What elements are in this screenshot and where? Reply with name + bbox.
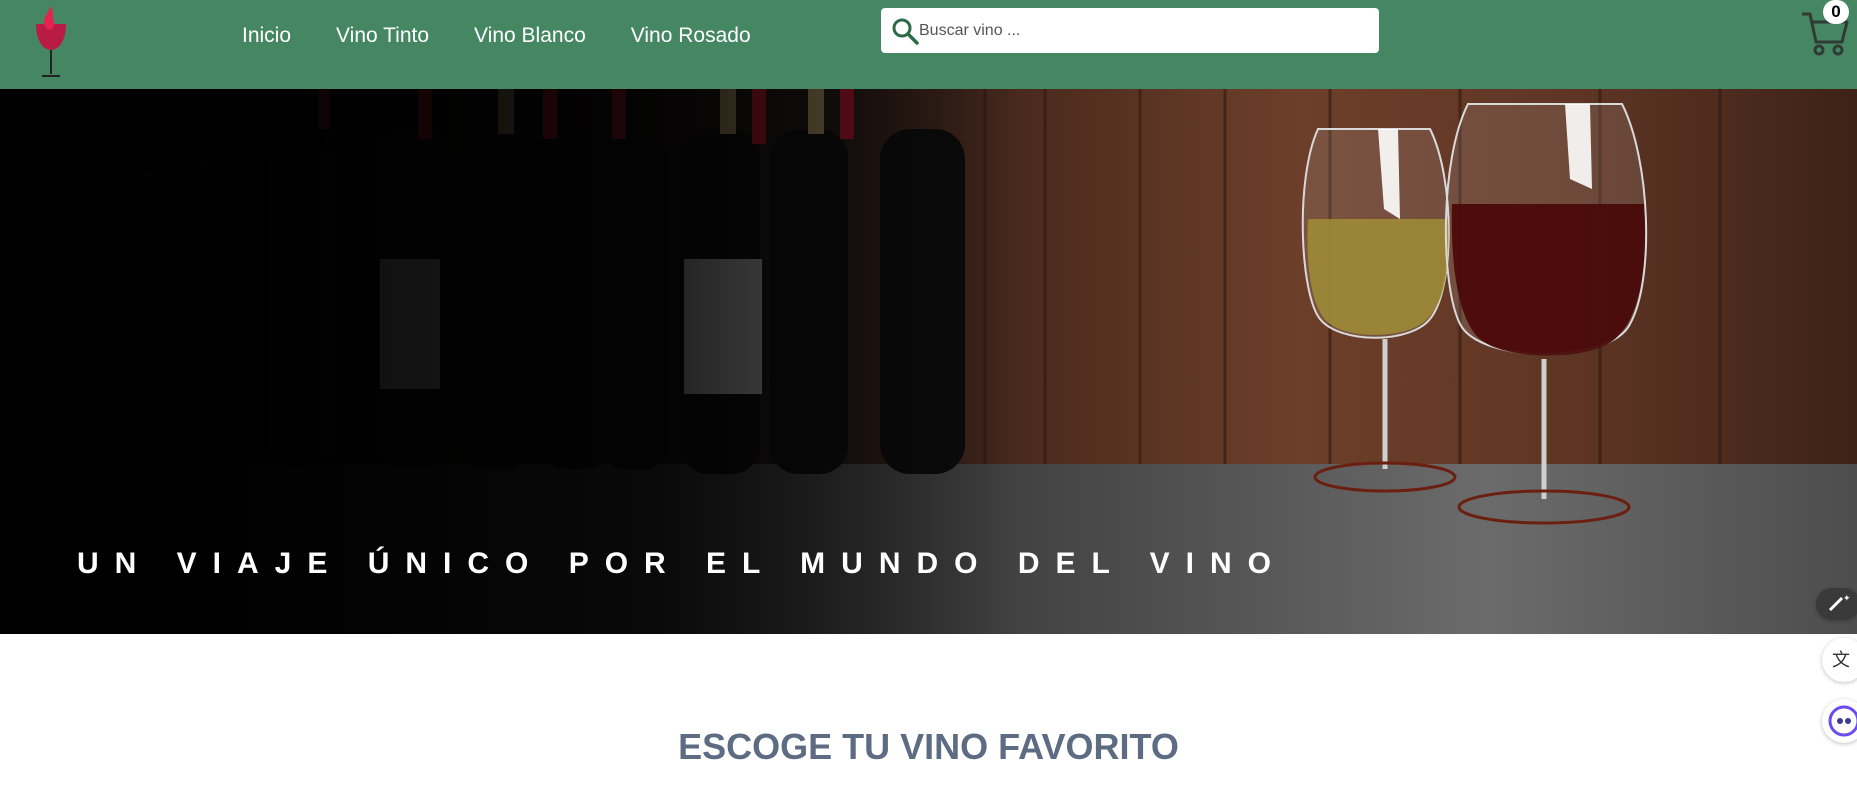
translate-icon[interactable]: 文 bbox=[1822, 638, 1857, 682]
nav-link-vino-rosado[interactable]: Vino Rosado bbox=[631, 24, 751, 48]
search-box bbox=[881, 8, 1379, 53]
svg-text:✦: ✦ bbox=[1843, 594, 1851, 604]
nav-link-vino-blanco[interactable]: Vino Blanco bbox=[474, 24, 586, 48]
hero-banner: UN VIAJE ÚNICO POR EL MUNDO DEL VINO bbox=[0, 89, 1857, 634]
hero-title: UN VIAJE ÚNICO POR EL MUNDO DEL VINO bbox=[77, 547, 1287, 580]
section-title: ESCOGE TU VINO FAVORITO bbox=[678, 726, 1179, 767]
svg-text:文: 文 bbox=[1832, 650, 1850, 671]
main-nav: Inicio Vino Tinto Vino Blanco Vino Rosad… bbox=[242, 24, 796, 48]
search-input[interactable] bbox=[919, 8, 1369, 53]
nav-link-vino-tinto[interactable]: Vino Tinto bbox=[336, 24, 429, 48]
navbar: Inicio Vino Tinto Vino Blanco Vino Rosad… bbox=[0, 0, 1857, 89]
cart-count-badge: 0 bbox=[1823, 0, 1849, 24]
nav-link-inicio[interactable]: Inicio bbox=[242, 24, 291, 48]
magic-wand-icon[interactable]: ✦ bbox=[1816, 588, 1857, 620]
search-icon[interactable] bbox=[891, 17, 919, 45]
wine-glass-icon[interactable] bbox=[30, 6, 72, 80]
